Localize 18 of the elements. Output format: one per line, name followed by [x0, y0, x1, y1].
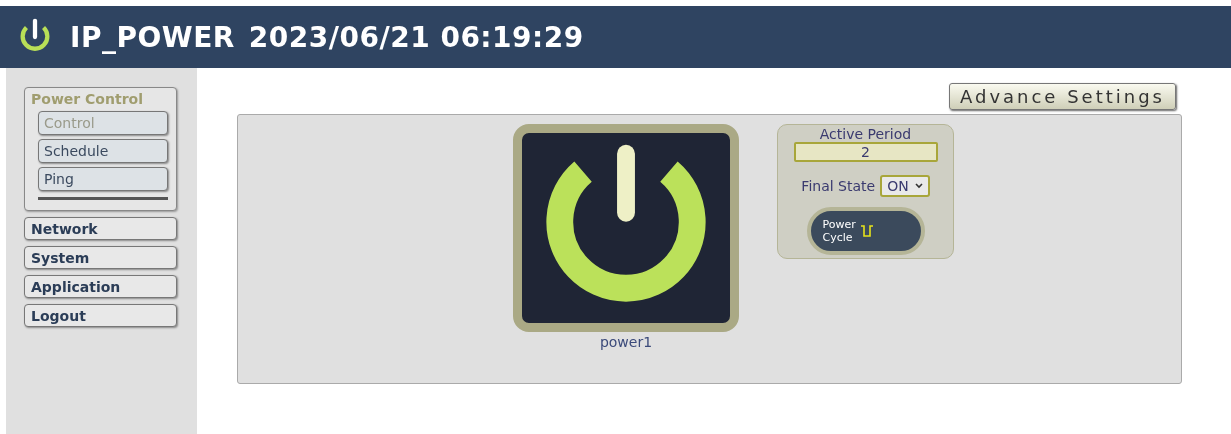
date-time: 2023/06/21 06:19:29: [248, 20, 584, 54]
chevron-down-icon: [914, 183, 923, 189]
active-period-label: Active Period: [819, 126, 912, 142]
outlet-name: power1: [599, 334, 653, 350]
menu-item[interactable]: System: [24, 246, 177, 269]
advance-settings-button[interactable]: Advance Settings: [948, 83, 1176, 110]
pulse-icon: [859, 224, 874, 238]
power-cycle-button[interactable]: Power Cycle: [806, 207, 925, 255]
final-state-label: Final State: [801, 178, 876, 194]
submenu-item[interactable]: Schedule: [38, 139, 168, 163]
menu-item[interactable]: Application: [24, 275, 177, 298]
submenu-item[interactable]: Ping: [38, 167, 168, 191]
menu-item[interactable]: Logout: [24, 304, 177, 327]
menu-item[interactable]: Network: [24, 217, 177, 240]
final-state-select[interactable]: ON: [880, 175, 930, 197]
device-title: IP_POWER: [70, 20, 235, 54]
power-toggle-button[interactable]: [513, 124, 739, 332]
active-period-field[interactable]: 2: [793, 142, 938, 162]
